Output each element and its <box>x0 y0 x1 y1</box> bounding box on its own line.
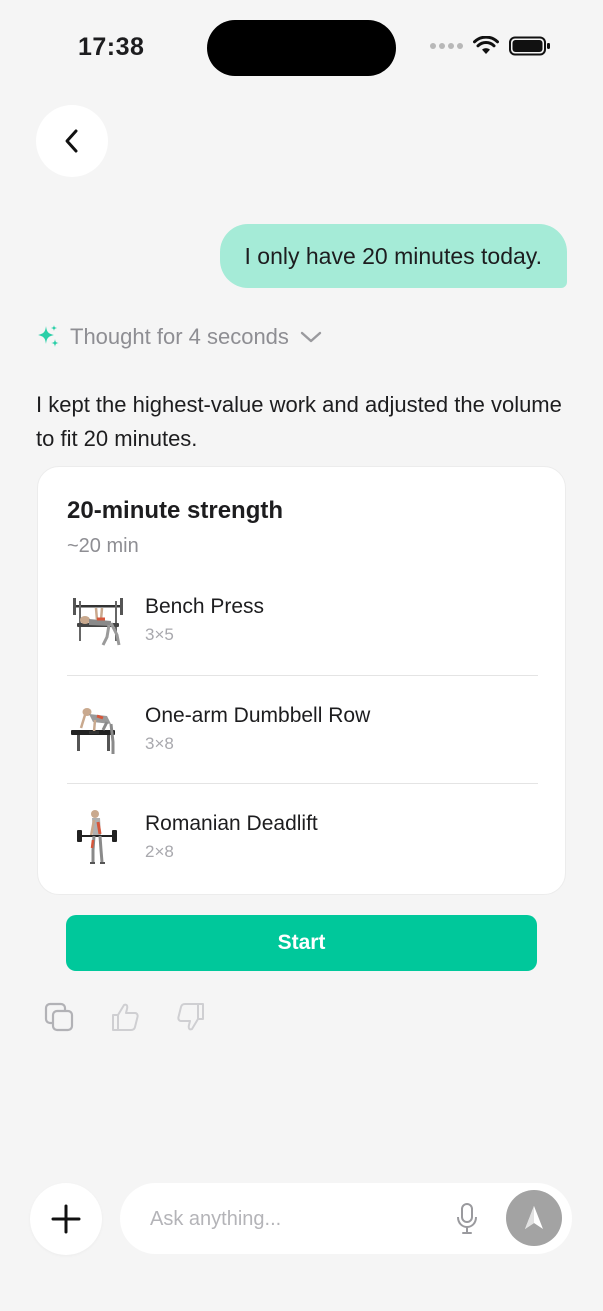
chevron-left-icon <box>65 129 78 153</box>
message-input[interactable] <box>150 1201 440 1237</box>
wifi-icon <box>473 36 499 54</box>
send-icon <box>525 1206 543 1229</box>
bench-press-illustration <box>73 598 123 646</box>
plus-icon <box>51 1204 81 1234</box>
copy-button[interactable] <box>44 1000 74 1034</box>
exercise-sets: 3×5 <box>145 625 174 644</box>
exercise-sets: 2×8 <box>145 842 174 861</box>
exercise-name: One-arm Dumbbell Row <box>145 704 371 727</box>
workout-card[interactable]: 20-minute strength ~20 min Bench Press 3… <box>37 466 566 895</box>
exercise-sets: 3×8 <box>145 734 174 753</box>
dynamic-island <box>207 20 396 76</box>
user-message-bubble: I only have 20 minutes today. <box>219 224 567 288</box>
message-composer <box>120 1183 572 1254</box>
microphone-icon <box>457 1203 477 1234</box>
exercise-row[interactable]: One-arm Dumbbell Row 3×8 <box>67 675 538 783</box>
status-icons <box>430 36 551 56</box>
cellular-signal-icon <box>430 43 463 49</box>
exercise-name: Bench Press <box>145 595 265 618</box>
add-attachment-button[interactable] <box>30 1183 102 1255</box>
send-button[interactable] <box>506 1190 562 1246</box>
chevron-down-icon <box>300 331 322 343</box>
exercise-row[interactable]: Romanian Deadlift 2×8 <box>67 783 538 891</box>
exercise-row[interactable]: Bench Press 3×5 <box>67 567 538 675</box>
workout-title: 20-minute strength <box>67 497 284 524</box>
status-time: 17:38 <box>78 33 145 61</box>
thumbs-down-icon <box>177 1003 204 1031</box>
thumbs-up-button[interactable] <box>110 1000 140 1034</box>
sparkle-icon <box>38 325 59 347</box>
start-button[interactable]: Start <box>66 915 537 971</box>
romanian-deadlift-illustration <box>77 810 117 864</box>
user-message-text: I only have 20 minutes today. <box>244 242 542 269</box>
thumbs-down-button[interactable] <box>176 1000 206 1034</box>
battery-icon <box>509 36 550 56</box>
chat-screen: 17:38 I only have 20 minutes today. Thou… <box>0 0 603 1311</box>
thought-disclosure[interactable]: Thought for 4 seconds <box>36 324 323 350</box>
thumbs-up-icon <box>112 1003 139 1031</box>
exercise-name: Romanian Deadlift <box>145 812 318 835</box>
message-actions <box>44 1000 206 1034</box>
assistant-reply: I kept the highest-value work and adjust… <box>36 392 562 451</box>
back-button[interactable] <box>36 105 108 177</box>
dumbbell-row-illustration <box>71 708 115 754</box>
workout-duration: ~20 min <box>67 535 139 557</box>
thought-label: Thought for 4 seconds <box>70 324 289 349</box>
copy-icon <box>44 1002 74 1032</box>
voice-input-button[interactable] <box>452 1200 482 1238</box>
